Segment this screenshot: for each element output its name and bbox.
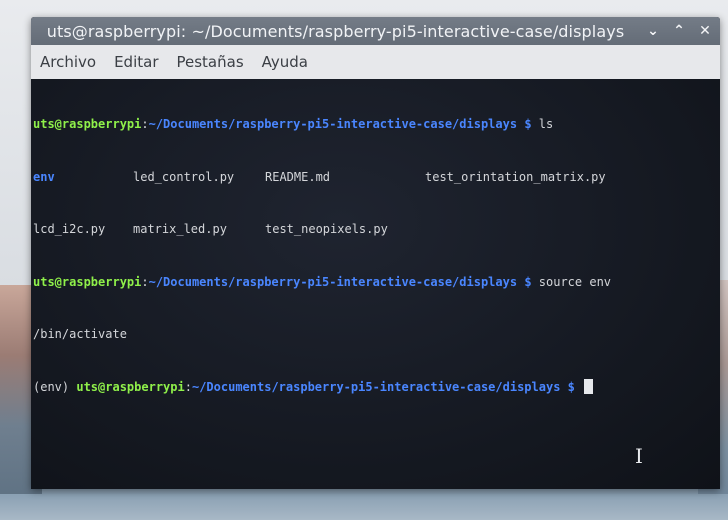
menu-pestanas[interactable]: Pestañas — [175, 51, 246, 73]
venv-prefix: (env) — [33, 379, 70, 394]
close-icon[interactable]: ✕ — [698, 24, 712, 38]
ibeam-cursor-icon: I — [635, 444, 643, 468]
prompt-user: uts@raspberrypi — [76, 379, 185, 394]
command-text: source env — [538, 274, 612, 289]
menu-archivo[interactable]: Archivo — [38, 51, 98, 73]
menu-bar: Archivo Editar Pestañas Ayuda — [31, 45, 720, 79]
ls-entry: led_control.py — [133, 169, 235, 184]
ls-entry: test_orintation_matrix.py — [425, 169, 606, 184]
menu-ayuda[interactable]: Ayuda — [260, 51, 310, 73]
prompt-path: ~/Documents/raspberry-pi5-interactive-ca… — [148, 117, 518, 131]
minimize-icon[interactable]: ⌄ — [646, 24, 660, 38]
window-title: uts@raspberrypi: ~/Documents/raspberry-p… — [46, 21, 625, 41]
prompt-user: uts@raspberrypi — [33, 274, 142, 289]
terminal-line: uts@raspberrypi:~/Documents/raspberry-pi… — [33, 117, 554, 131]
maximize-icon[interactable]: ⌃ — [672, 24, 686, 38]
command-text: ls — [538, 117, 554, 131]
terminal-line: lcd_i2c.py matrix_led.py test_neopixels.py — [33, 221, 720, 239]
window-titlebar[interactable]: uts@raspberrypi: ~/Documents/raspberry-p… — [31, 17, 720, 45]
ls-entry: README.md — [265, 169, 331, 184]
terminal-line: (env) uts@raspberrypi:~/Documents/raspbe… — [33, 378, 720, 397]
command-text-wrap: /bin/activate — [33, 327, 127, 341]
ls-entry: lcd_i2c.py — [33, 222, 106, 236]
window-controls: ⌄ ⌃ ✕ — [646, 17, 712, 45]
terminal-line: uts@raspberrypi:~/Documents/raspberry-pi… — [33, 274, 612, 289]
ls-entry: test_neopixels.py — [265, 222, 388, 236]
terminal-line: env led_control.py README.md test_orintatio… — [33, 169, 720, 187]
prompt-symbol: $ — [524, 274, 532, 289]
ls-entry: env — [33, 169, 55, 184]
desktop-wallpaper-bottom — [0, 494, 728, 520]
prompt-symbol: $ — [567, 379, 575, 394]
terminal-line: /bin/activate — [33, 326, 720, 344]
prompt-symbol: $ — [524, 117, 532, 131]
prompt-path: ~/Documents/raspberry-pi5-interactive-ca… — [148, 274, 518, 289]
terminal-output[interactable]: uts@raspberrypi:~/Documents/raspberry-pi… — [31, 79, 720, 489]
text-cursor — [584, 378, 594, 394]
prompt-path: ~/Documents/raspberry-pi5-interactive-ca… — [191, 379, 561, 394]
prompt-user: uts@raspberrypi — [33, 117, 142, 131]
ls-entry: matrix_led.py — [133, 222, 227, 236]
terminal-window: uts@raspberrypi: ~/Documents/raspberry-p… — [31, 17, 720, 489]
menu-editar[interactable]: Editar — [112, 51, 160, 73]
